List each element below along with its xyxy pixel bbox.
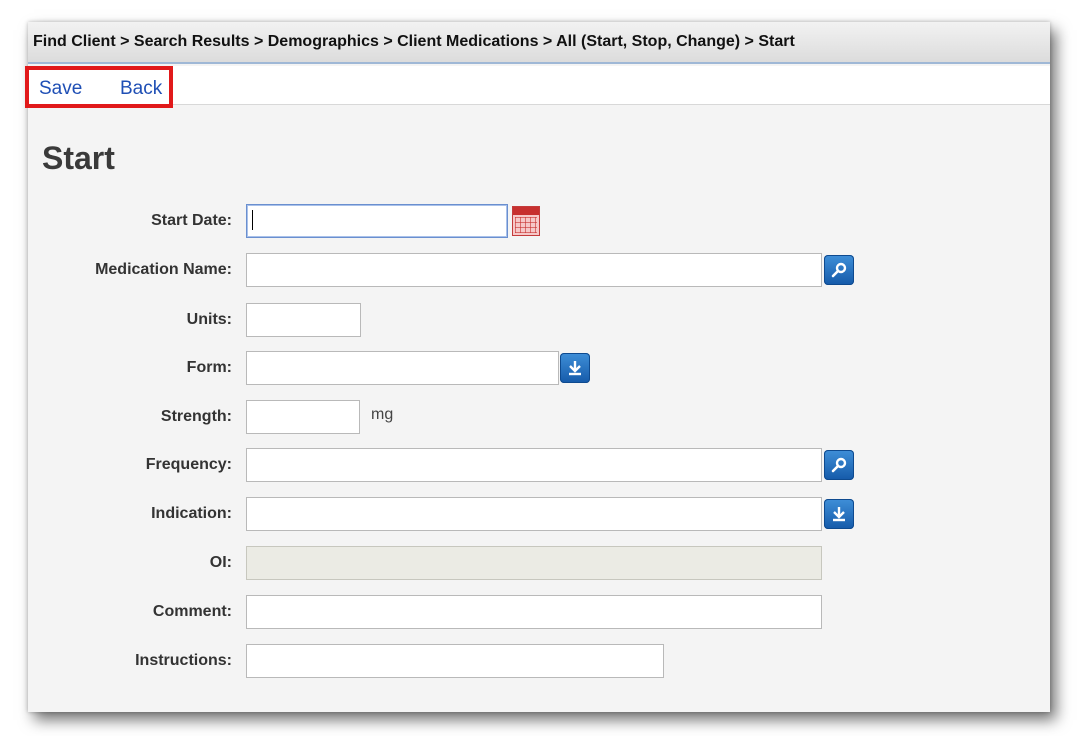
medication-start-window: Find Client > Search Results > Demograph… (25, 22, 1050, 712)
indication-label: Indication: (151, 505, 232, 522)
form-input[interactable] (246, 351, 559, 385)
frequency-label: Frequency: (145, 456, 232, 473)
oi-input (246, 546, 822, 580)
medication-name-label: Medication Name: (95, 261, 232, 278)
save-link[interactable]: Save (39, 78, 82, 100)
frequency-row: Frequency: (28, 448, 1050, 484)
page-title: Start (42, 140, 115, 176)
indication-input[interactable] (246, 497, 822, 531)
start-date-input[interactable] (246, 204, 508, 238)
strength-row: Strength: mg (28, 400, 1050, 436)
download-arrow-icon[interactable] (824, 499, 854, 529)
medication-name-row: Medication Name: (28, 253, 1050, 289)
comment-input[interactable] (246, 595, 822, 629)
back-link[interactable]: Back (120, 78, 162, 100)
strength-label: Strength: (160, 408, 232, 425)
text-caret (252, 210, 253, 230)
medication-name-input[interactable] (246, 253, 822, 287)
strength-input[interactable] (246, 400, 360, 434)
breadcrumb: Find Client > Search Results > Demograph… (28, 22, 1050, 64)
units-label: Units: (186, 311, 232, 328)
calendar-icon[interactable] (512, 206, 540, 236)
download-arrow-icon[interactable] (560, 353, 590, 383)
frequency-input[interactable] (246, 448, 822, 482)
strength-unit: mg (371, 406, 394, 423)
units-row: Units: (28, 303, 1050, 339)
start-date-row: Start Date: (28, 204, 1050, 240)
instructions-row: Instructions: (28, 644, 1050, 680)
instructions-input[interactable] (246, 644, 664, 678)
search-icon[interactable] (824, 450, 854, 480)
search-icon[interactable] (824, 255, 854, 285)
form-row: Form: (28, 351, 1050, 387)
toolbar: Save Back (25, 66, 1050, 108)
form-label: Form: (186, 359, 232, 376)
start-date-label: Start Date: (151, 212, 232, 229)
oi-row: OI: (28, 546, 1050, 582)
oi-label: OI: (209, 554, 232, 571)
indication-row: Indication: (28, 497, 1050, 533)
comment-label: Comment: (152, 603, 232, 620)
instructions-label: Instructions: (135, 652, 232, 669)
comment-row: Comment: (28, 595, 1050, 631)
units-input[interactable] (246, 303, 361, 337)
